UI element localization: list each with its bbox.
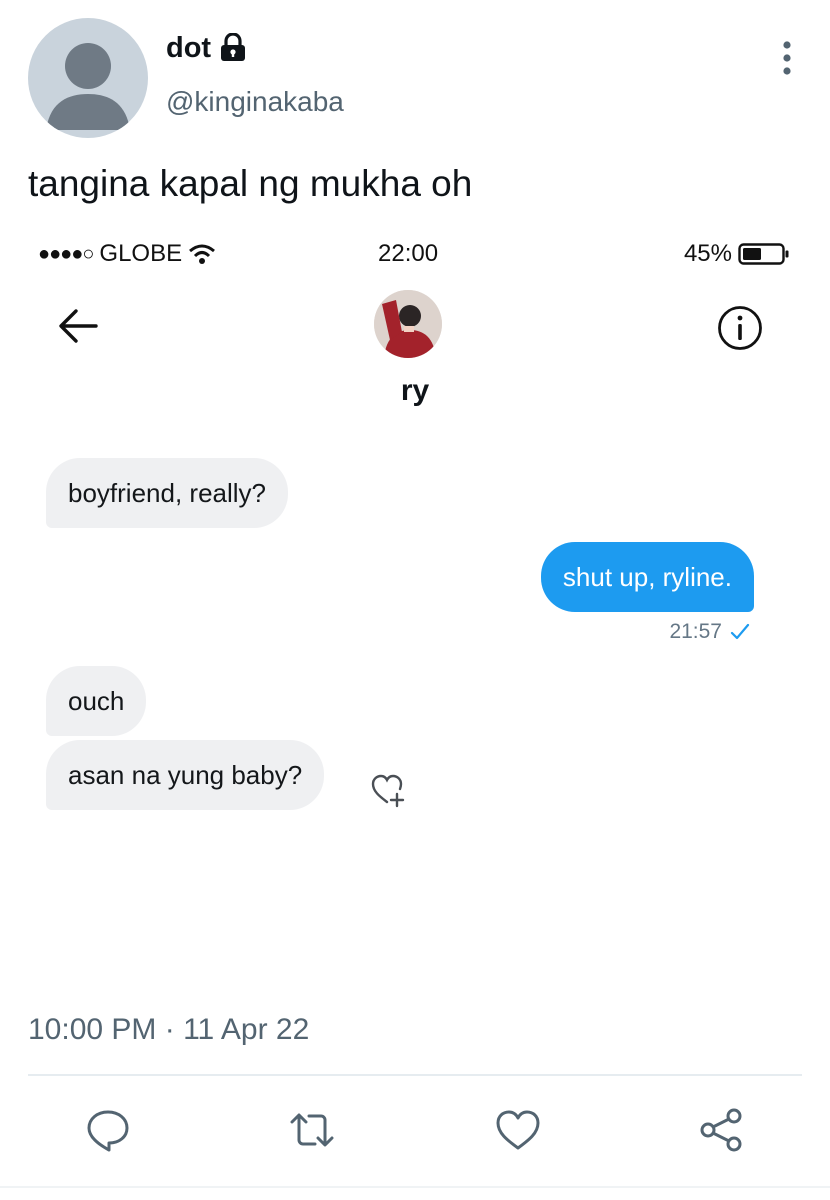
battery-percent: 45% bbox=[683, 240, 732, 267]
message-meta: 21:57 bbox=[669, 620, 750, 644]
share-icon[interactable] bbox=[698, 1106, 746, 1154]
avatar-placeholder-icon bbox=[46, 43, 130, 130]
message-incoming[interactable]: asan na yung baby? bbox=[46, 740, 325, 810]
signal-strength: ●●●●○ bbox=[38, 242, 94, 265]
message-incoming[interactable]: boyfriend, really? bbox=[46, 458, 288, 528]
phone-clock: 22:00 bbox=[378, 240, 439, 267]
battery-status: 45% bbox=[684, 240, 790, 268]
user-handle[interactable]: @kinginakaba bbox=[166, 84, 344, 120]
divider bbox=[28, 1074, 802, 1076]
contact-avatar[interactable] bbox=[374, 290, 442, 358]
divider bbox=[0, 1186, 830, 1188]
message-outgoing[interactable]: shut up, ryline. bbox=[540, 542, 754, 612]
carrier-name: GLOBE bbox=[99, 240, 183, 267]
phone-status-bar: ●●●●○ GLOBE 22:00 45% bbox=[38, 238, 790, 270]
retweet-icon[interactable] bbox=[288, 1106, 336, 1154]
lock-icon bbox=[221, 33, 246, 61]
like-icon[interactable] bbox=[494, 1106, 542, 1154]
read-check-icon bbox=[730, 623, 750, 640]
back-arrow-icon[interactable] bbox=[56, 306, 100, 346]
add-reaction-heart-icon[interactable] bbox=[370, 772, 406, 808]
message-time: 21:57 bbox=[669, 620, 722, 643]
info-icon[interactable] bbox=[716, 304, 764, 352]
contact-photo bbox=[374, 290, 442, 358]
message-incoming[interactable]: ouch bbox=[46, 666, 147, 736]
carrier-info: ●●●●○ GLOBE bbox=[38, 240, 216, 268]
avatar[interactable] bbox=[28, 18, 148, 138]
more-vertical-icon[interactable] bbox=[780, 40, 794, 76]
display-name-row[interactable]: dot bbox=[166, 30, 247, 66]
tweet-timestamp[interactable]: 10:00 PM · 11 Apr 22 bbox=[28, 1012, 309, 1048]
reply-icon[interactable] bbox=[84, 1106, 132, 1154]
battery-icon bbox=[738, 243, 789, 265]
wifi-icon bbox=[189, 244, 216, 264]
contact-name[interactable]: ry bbox=[0, 374, 830, 408]
tweet-text: tangina kapal ng mukha oh bbox=[28, 163, 473, 204]
display-name[interactable]: dot bbox=[166, 30, 211, 66]
